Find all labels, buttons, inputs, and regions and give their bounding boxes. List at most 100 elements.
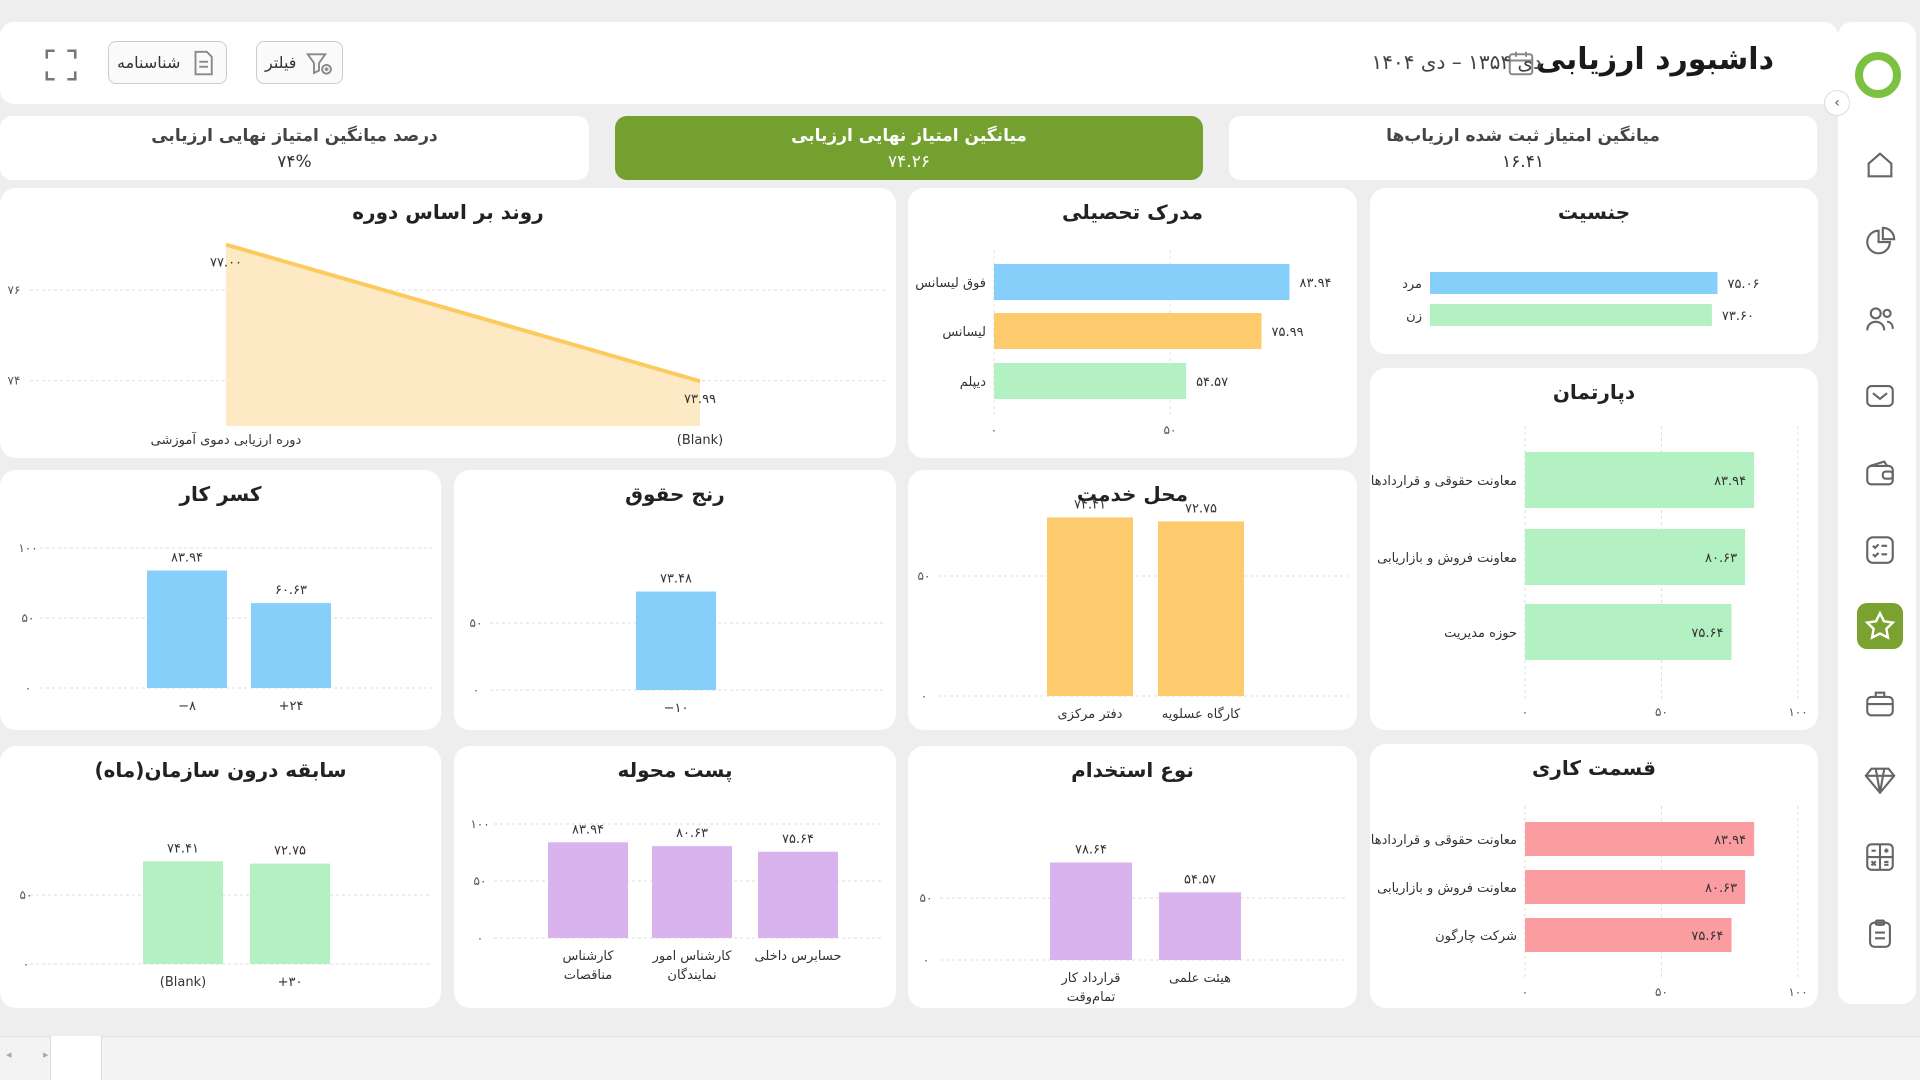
education-chart: ۰ ۵۰ فوق لیسانس ۸۳.۹۴ لیسانس ۷۵.۹۹ دیپلم ۵۴.۵۷ — [915, 250, 1332, 437]
x-tick-label: تمام‌وقت — [1067, 990, 1116, 1005]
x-tick-label: قرارداد کار — [1060, 971, 1120, 986]
star-icon — [1864, 610, 1896, 640]
bar — [1047, 517, 1133, 696]
x-tick-label: دفتر مرکزی — [1058, 707, 1123, 722]
sidebar-item-inbox[interactable] — [1857, 373, 1903, 419]
sidebar-collapse-button[interactable]: ‹ — [1824, 90, 1850, 116]
bar — [758, 851, 838, 938]
x-tick-label: ۰ — [1522, 985, 1528, 999]
bar — [250, 863, 330, 964]
y-tick-label: ۵۰ — [470, 616, 483, 630]
y-tick-label: ۷۶ — [8, 283, 21, 297]
sidebar-item-evaluation[interactable] — [1857, 603, 1903, 649]
employment-type-chart: ۰ ۵۰ ۷۸.۶۴ قرارداد کار تمام‌وقت ۵۴.۵۷ هیئت علم… — [920, 842, 1348, 1005]
x-tick-label: ۰ — [1522, 705, 1528, 719]
y-tick-label: زن — [1406, 309, 1422, 324]
bar — [994, 264, 1290, 300]
id-card-button[interactable]: شناسنامه — [108, 41, 228, 84]
chart-card-trend: روند بر اساس دوره ۷۴ ۷۶ ۷۷.۰۰ دوره ارزیابی … — [0, 188, 896, 458]
x-tick-label: ۵۰ — [1655, 985, 1668, 999]
kpi-card-evaluator-score[interactable]: میانگین امتیاز ثبت شده ارزیاب‌ها ۱۶.۴۱ — [1229, 116, 1817, 180]
y-tick-label: شرکت چارگون — [1435, 928, 1517, 944]
x-tick-label: کارشناس امور — [652, 949, 733, 964]
data-label: ۷۴.۴۱ — [167, 841, 199, 856]
x-tick-label: ۵۰ — [1655, 705, 1668, 719]
data-label: ۸۳.۹۴ — [572, 822, 604, 837]
page-tab[interactable] — [50, 1036, 102, 1080]
tenure-chart: ۰ ۵۰ ۷۴.۴۱ (Blank) ۷۲.۷۵ +۳۰ — [20, 841, 432, 990]
data-label: ۷۷.۰۰ — [210, 256, 242, 271]
data-label: ۷۵.۶۴ — [1691, 626, 1723, 641]
data-label: ۷۴.۴۱ — [1074, 497, 1106, 512]
bar — [1159, 892, 1241, 960]
bar — [548, 842, 628, 938]
diamond-icon — [1864, 767, 1896, 795]
users-icon — [1866, 307, 1894, 331]
x-tick-label: (Blank) — [677, 433, 723, 448]
data-label: ۷۵.۹۹ — [1271, 325, 1303, 340]
data-label: ۷۲.۷۵ — [274, 844, 306, 859]
chart-card-tenure: سابقه درون سازمان(ماه) ۰ ۵۰ ۷۴.۴۱ (Blank) ۷۲… — [0, 746, 441, 1008]
kpi-label: میانگین امتیاز ثبت شده ارزیاب‌ها — [1386, 126, 1660, 146]
x-tick-label: (Blank) — [160, 975, 206, 990]
x-tick-label: کارشناس — [562, 949, 614, 964]
kpi-card-final-score[interactable]: میانگین امتیاز نهایی ارزیابی ۷۴.۲۶ — [615, 116, 1203, 180]
data-label: ۸۳.۹۴ — [1299, 276, 1331, 291]
assigned-post-chart: ۰ ۵۰ ۱۰۰ ۸۳.۹۴ کارشناس مناقصات ۸۰.۶۳ کارشناس ام… — [470, 817, 884, 983]
x-tick-label: حسابرس داخلی — [755, 949, 842, 964]
salary-range-chart: ۰ ۵۰ ۷۳.۴۸ −۱۰ — [470, 572, 886, 716]
y-tick-label: ۱۰۰ — [18, 541, 37, 555]
y-tick-label: مرد — [1402, 277, 1422, 292]
kpi-value: ۷۴.۲۶ — [888, 152, 930, 172]
bar — [1430, 272, 1718, 294]
bar — [143, 861, 223, 964]
filter-button[interactable]: فیلتر — [256, 41, 344, 84]
y-tick-label: ۰ — [921, 689, 927, 703]
sidebar-item-clipboard[interactable] — [1857, 911, 1903, 957]
data-label: ۸۳.۹۴ — [1714, 474, 1746, 489]
sidebar-item-home[interactable] — [1857, 142, 1903, 188]
x-tick-label: ۱۰۰ — [1788, 705, 1807, 719]
area-fill — [226, 244, 700, 426]
calculator-icon — [1866, 843, 1894, 871]
bar — [147, 570, 227, 688]
sidebar-item-jobs[interactable] — [1857, 681, 1903, 727]
gender-chart: مرد ۷۵.۰۶ زن ۷۳.۶۰ — [1402, 272, 1760, 326]
sidebar-item-reports[interactable] — [1857, 219, 1903, 265]
data-label: ۸۰.۶۳ — [1705, 881, 1737, 896]
data-label: ۷۲.۷۵ — [1185, 501, 1217, 516]
filter-icon — [306, 52, 333, 75]
data-label: ۵۴.۵۷ — [1184, 872, 1216, 887]
x-tick-label: مناقصات — [564, 968, 613, 983]
bar — [636, 591, 716, 690]
y-tick-label: معاونت فروش و بازاریابی — [1377, 881, 1517, 896]
data-label: ۷۳.۶۰ — [1722, 309, 1754, 324]
bar — [652, 846, 732, 938]
data-label: ۷۵.۶۴ — [782, 832, 814, 847]
inbox-icon — [1866, 385, 1894, 407]
sidebar-item-premium[interactable] — [1857, 757, 1903, 803]
data-label: ۷۵.۶۴ — [1691, 929, 1723, 944]
bar — [1158, 521, 1244, 696]
y-tick-label: ۵۰ — [474, 874, 487, 888]
chart-card-service-location: محل خدمت ۰ ۵۰ ۷۴.۴۱ دفتر مرکزی ۷۲.۷۵ کارگاه ع… — [908, 470, 1357, 730]
kpi-label: درصد میانگین امتیاز نهایی ارزیابی — [151, 126, 438, 146]
kpi-card-final-percent[interactable]: درصد میانگین امتیاز نهایی ارزیابی ۷۴% — [0, 116, 589, 180]
y-tick-label: ۵۰ — [918, 569, 931, 583]
data-label: ۷۳.۹۹ — [684, 392, 716, 407]
y-tick-label: لیسانس — [942, 325, 986, 340]
sidebar-item-calculator[interactable] — [1857, 834, 1903, 880]
y-tick-label: ۰ — [923, 953, 929, 967]
fullscreen-icon[interactable] — [42, 46, 80, 84]
clipboard-icon — [1869, 919, 1891, 948]
home-icon — [1867, 152, 1893, 178]
sidebar-item-users[interactable] — [1857, 296, 1903, 342]
sidebar-item-tasks[interactable] — [1857, 527, 1903, 573]
data-label: ۸۳.۹۴ — [171, 550, 203, 565]
chart-card-work-deficit: کسر کار ۰ ۵۰ ۱۰۰ ۸۳.۹۴ −۸ ۶۰.۶۳ +۲۴ — [0, 470, 441, 730]
date-range[interactable]: دی ۱۳۵۴ – دی ۱۴۰۴ — [1372, 50, 1543, 74]
work-section-chart: ۰ ۵۰ ۱۰۰ معاونت حقوقی و قراردادها ۸۳.۹۴ معاون… — [1371, 806, 1808, 999]
page-title: داشبورد ارزیابی — [1535, 42, 1774, 77]
sidebar-item-wallet[interactable] — [1857, 450, 1903, 496]
department-chart: ۰ ۵۰ ۱۰۰ معاونت حقوقی و قراردادها ۸۳.۹۴ معاون… — [1371, 426, 1808, 719]
